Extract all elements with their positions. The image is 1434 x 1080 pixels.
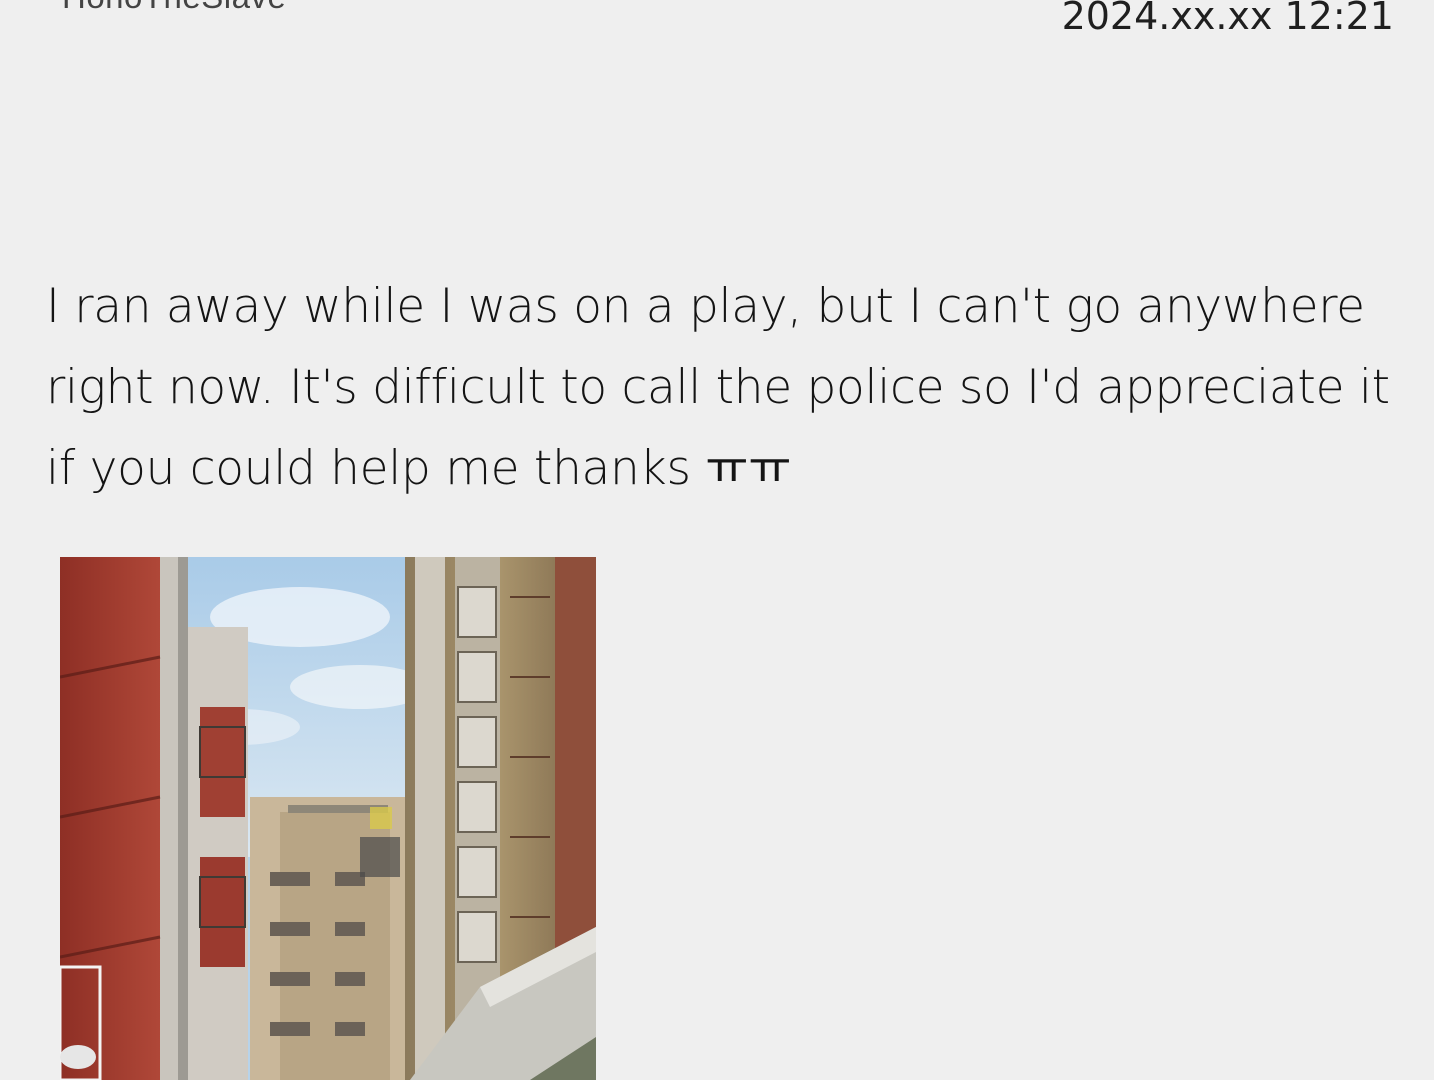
username[interactable]: HonoTheSlave <box>62 0 286 16</box>
post-timestamp: 2024.xx.xx 12:21 <box>1061 0 1394 38</box>
post-message: I ran away while I was on a play, but I … <box>46 279 1390 496</box>
attached-photo[interactable] <box>60 557 596 1080</box>
post-header: HonoTheSlave 2024.xx.xx 12:21 <box>0 0 1434 60</box>
alley-between-buildings-photo <box>60 557 596 1080</box>
